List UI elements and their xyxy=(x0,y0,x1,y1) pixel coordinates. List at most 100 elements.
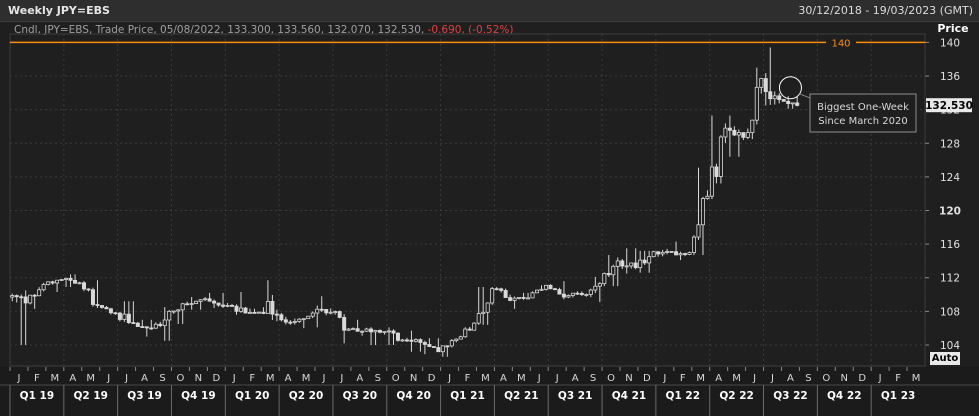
candle-body xyxy=(557,289,562,295)
quarter-label: Q3 21 xyxy=(558,390,593,402)
month-label: S xyxy=(375,373,381,384)
candle-body xyxy=(247,311,252,314)
month-label: A xyxy=(356,373,363,384)
candle-body xyxy=(292,321,297,323)
quarter-label: Q3 19 xyxy=(127,390,162,402)
candle-body xyxy=(683,253,688,255)
month-label: M xyxy=(51,373,60,384)
candle-body xyxy=(476,313,481,324)
candle-body xyxy=(786,100,791,104)
candle-body xyxy=(642,259,647,264)
month-label: M xyxy=(912,373,921,384)
quarter-label: Q2 20 xyxy=(289,390,324,402)
candle-body xyxy=(315,308,320,314)
candle-body xyxy=(647,256,652,264)
candle-body xyxy=(360,330,365,333)
candle-body xyxy=(395,332,400,341)
candle-body xyxy=(458,336,463,340)
candle-body xyxy=(46,281,51,285)
candle-body xyxy=(714,166,719,177)
quarter-label: Q2 21 xyxy=(504,390,539,402)
y-tick-label: 112 xyxy=(940,273,960,285)
month-label: J xyxy=(555,373,559,384)
candle-body xyxy=(584,294,589,296)
candle-body xyxy=(288,321,293,324)
candle-body xyxy=(355,328,360,332)
candle-body xyxy=(230,304,235,307)
quarter-label: Q2 19 xyxy=(73,390,108,402)
candlestick-chart[interactable]: 104108112116120124128132136140PriceJFMAM… xyxy=(0,0,979,416)
quarter-label: Q4 22 xyxy=(827,390,862,402)
annotation-line1: Biggest One-Week xyxy=(817,102,909,113)
candle-body xyxy=(19,296,24,299)
candle-body xyxy=(297,318,302,322)
candle-body xyxy=(243,307,248,314)
quarter-label: Q4 21 xyxy=(612,390,647,402)
annotation-circle xyxy=(778,76,802,100)
month-label: A xyxy=(500,373,507,384)
month-label: S xyxy=(805,373,811,384)
candle-body xyxy=(539,288,544,291)
candle-body xyxy=(700,198,705,226)
candle-body xyxy=(301,318,306,321)
month-label: A xyxy=(787,373,794,384)
quarter-label: Q1 22 xyxy=(666,390,701,402)
annotation-connector xyxy=(799,93,811,99)
candle-body xyxy=(552,288,557,291)
candle-body xyxy=(382,331,387,333)
candle-body xyxy=(409,339,414,342)
candle-body xyxy=(158,323,163,326)
auto-scale-button[interactable]: Auto xyxy=(930,352,960,365)
candle-body xyxy=(256,311,261,314)
month-label: D xyxy=(428,373,436,384)
candle-body xyxy=(692,236,697,253)
candle-body xyxy=(37,289,42,297)
candle-body xyxy=(530,292,535,299)
candle-body xyxy=(463,328,468,338)
candle-body xyxy=(781,99,786,102)
candle-body xyxy=(68,277,73,281)
candle-body xyxy=(660,252,665,255)
annotation-line2: Since March 2020 xyxy=(818,116,907,127)
candle-body xyxy=(113,312,118,315)
candle-body xyxy=(23,296,28,304)
candle-body xyxy=(570,292,575,296)
candle-body xyxy=(176,309,181,312)
candle-body xyxy=(517,297,522,299)
candle-body xyxy=(212,300,217,304)
candle-body xyxy=(561,293,566,298)
candle-body xyxy=(261,311,266,314)
candle-body xyxy=(602,273,607,285)
candle-body xyxy=(185,303,190,306)
candle-body xyxy=(387,330,392,333)
candle-body xyxy=(234,305,239,312)
candle-body xyxy=(333,311,338,313)
candle-body xyxy=(319,308,324,311)
candle-body xyxy=(328,311,333,314)
month-label: F xyxy=(249,373,255,384)
candle-body xyxy=(665,251,670,253)
candle-body xyxy=(440,345,445,353)
candle-body xyxy=(391,330,396,334)
candle-body xyxy=(543,284,548,290)
month-label: J xyxy=(232,373,236,384)
candle-body xyxy=(759,78,764,88)
candle-body xyxy=(535,289,540,294)
candle-body xyxy=(606,273,611,276)
candle-body xyxy=(198,299,203,302)
y-axis-label: Price xyxy=(937,22,968,35)
month-label: N xyxy=(625,373,632,384)
candle-body xyxy=(633,262,638,269)
candle-body xyxy=(180,303,185,311)
candle-body xyxy=(499,288,504,291)
candle-body xyxy=(153,323,158,329)
quarter-label: Q1 23 xyxy=(881,390,916,402)
candle-body xyxy=(597,283,602,287)
candle-body xyxy=(696,224,701,238)
month-label: A xyxy=(141,373,148,384)
candle-body xyxy=(400,339,405,342)
candle-body xyxy=(763,78,768,93)
candle-body xyxy=(422,342,427,345)
quarter-label: Q3 20 xyxy=(343,390,378,402)
candle-body xyxy=(575,292,580,295)
